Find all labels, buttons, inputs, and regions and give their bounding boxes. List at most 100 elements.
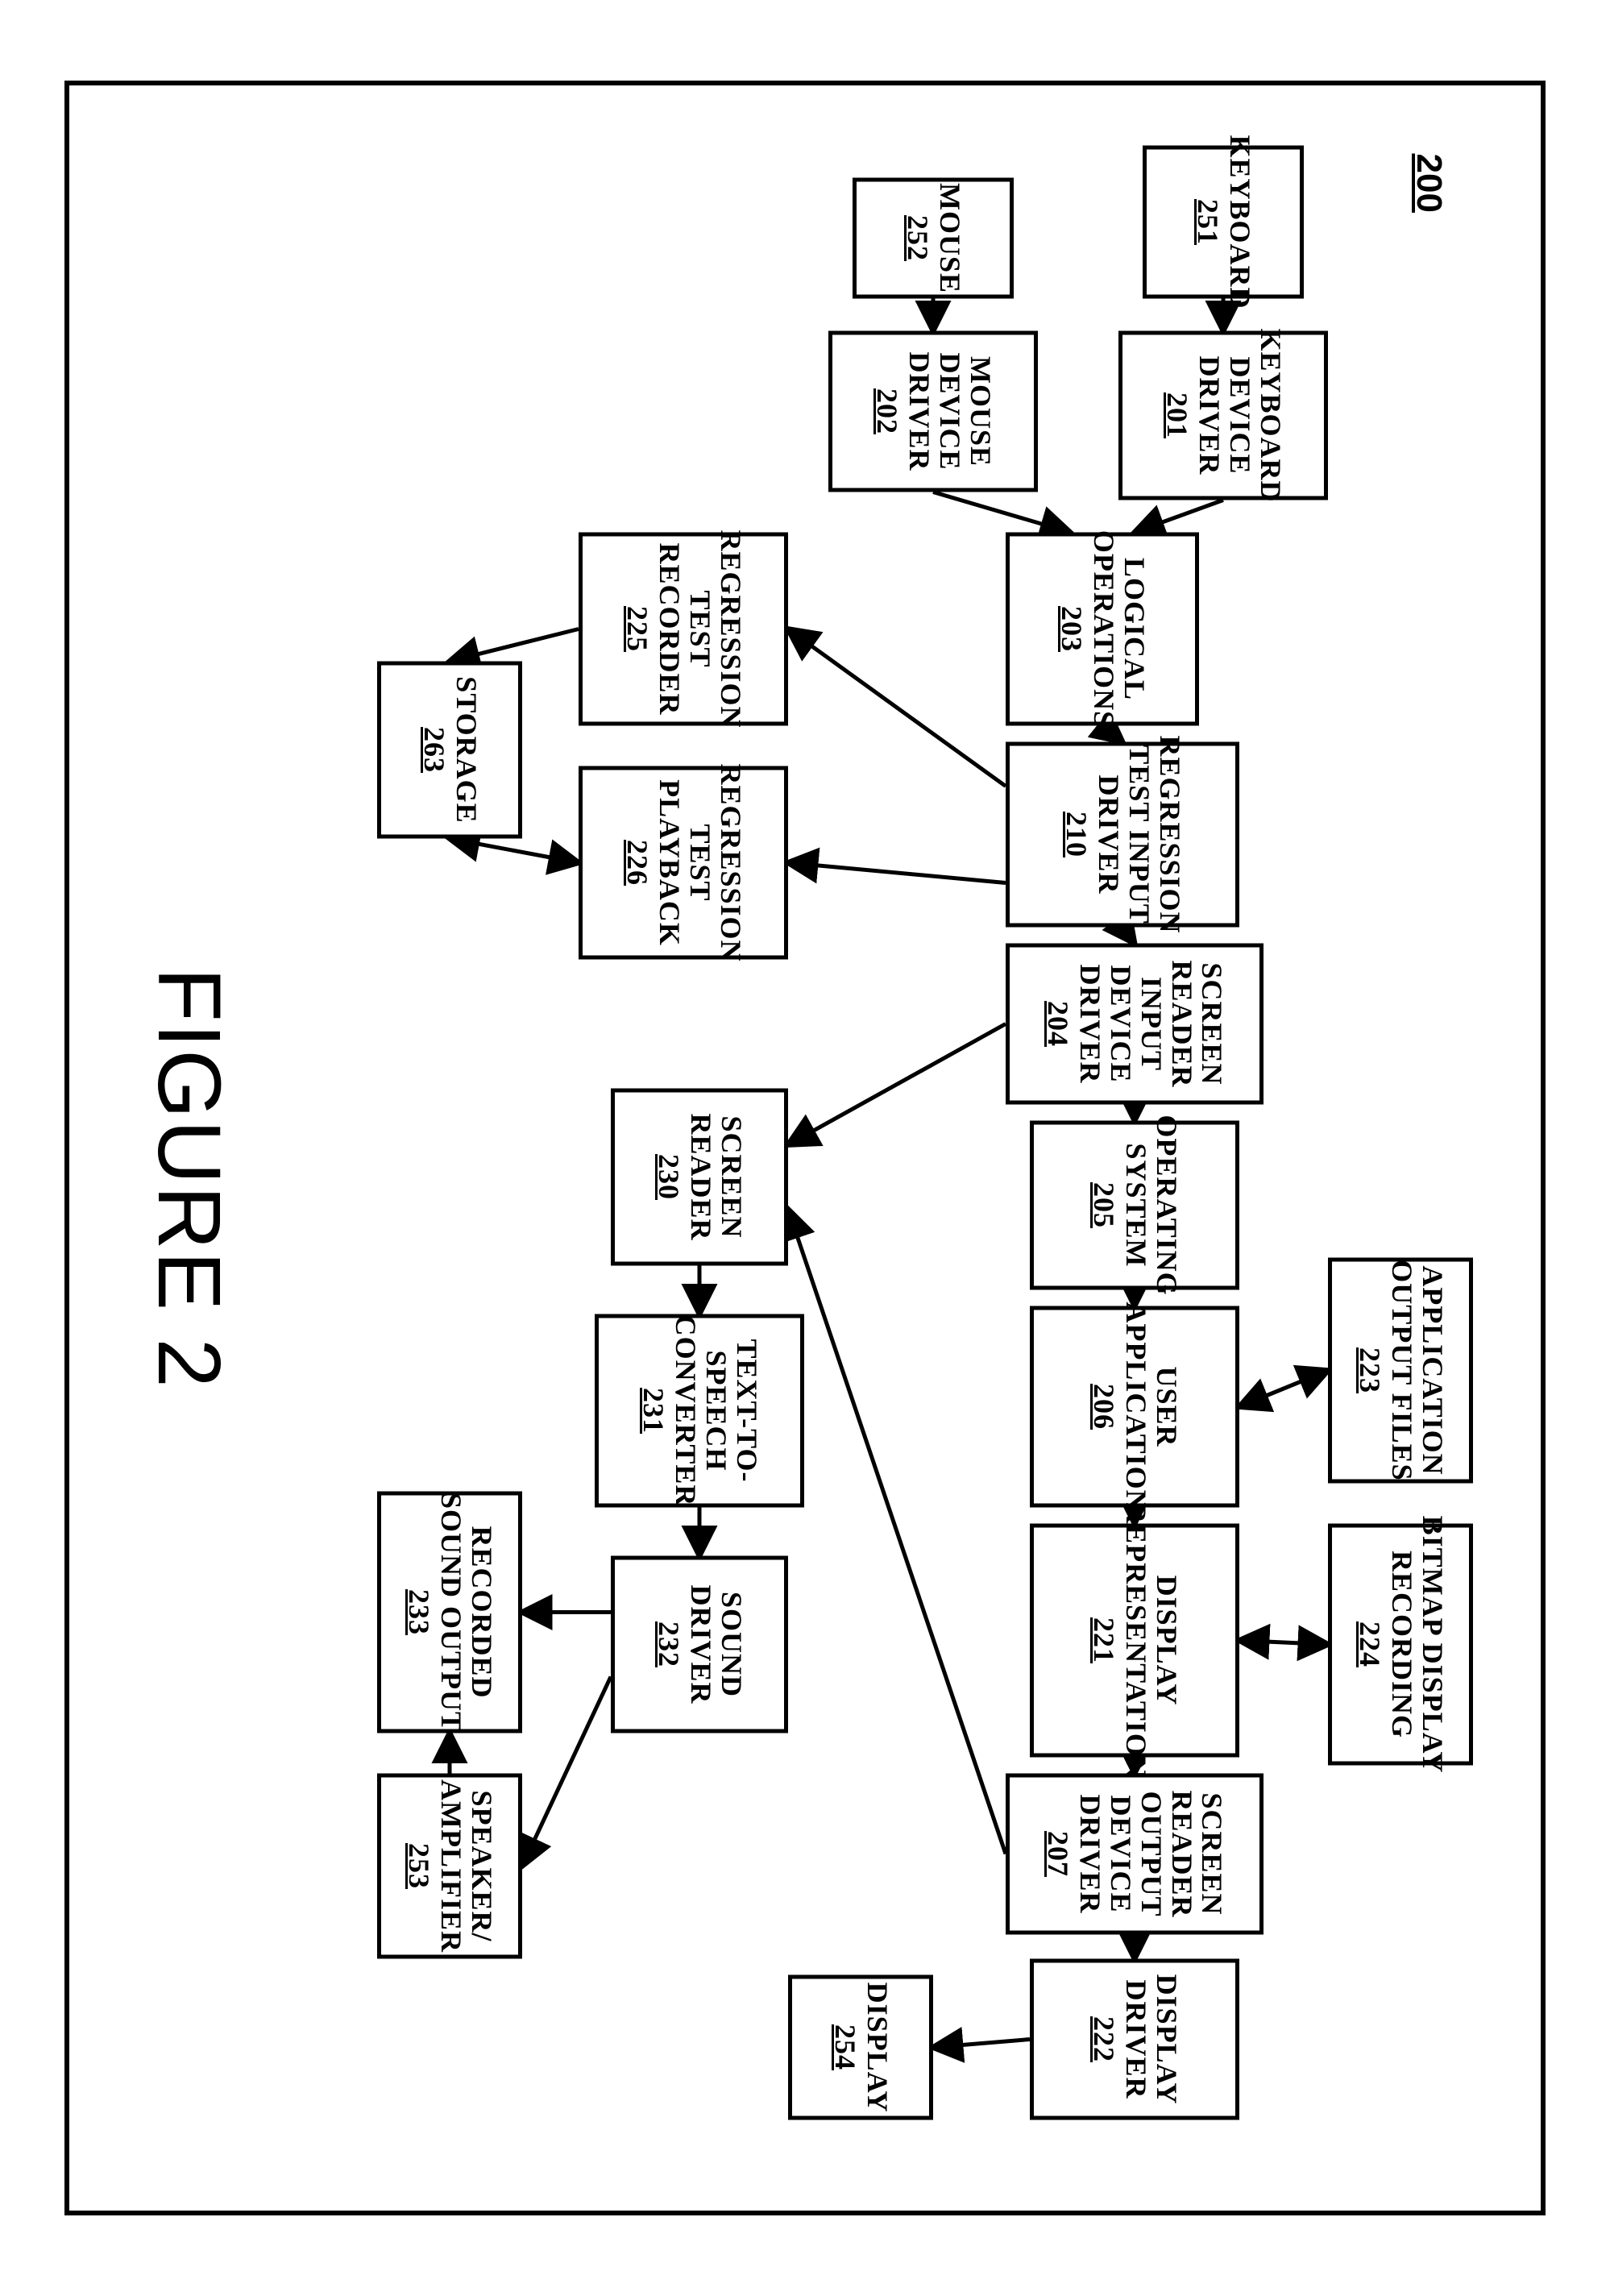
box-label-line: TEST bbox=[684, 824, 715, 901]
box-operating-system: OPERATINGSYSTEM205 bbox=[1030, 1120, 1239, 1289]
box-label-line: DRIVER bbox=[1074, 1794, 1105, 1913]
box-label-line: DISPLAY bbox=[1151, 1575, 1181, 1705]
box-ref-number: 252 bbox=[902, 215, 932, 261]
box-label-line: PLAYBACK bbox=[654, 779, 684, 946]
arrow bbox=[933, 492, 1070, 532]
arrow bbox=[1122, 927, 1135, 943]
box-mouse-device-driver: MOUSEDEVICEDRIVER202 bbox=[828, 330, 1038, 492]
box-display-driver: DISPLAYDRIVER222 bbox=[1030, 1958, 1239, 2120]
box-label-line: TEXT-TO- bbox=[731, 1339, 761, 1482]
arrow bbox=[788, 1023, 1006, 1144]
box-label-line: SOUND OUTPUT bbox=[435, 1492, 466, 1731]
box-ref-number: 233 bbox=[403, 1589, 434, 1635]
box-ref-number: 210 bbox=[1060, 812, 1091, 857]
box-label-line: INPUT bbox=[1135, 976, 1166, 1070]
box-ref-number: 225 bbox=[621, 606, 652, 652]
box-label-line: READER bbox=[685, 1113, 716, 1240]
box-ref-number: 231 bbox=[637, 1388, 668, 1434]
box-ref-number: 204 bbox=[1043, 1001, 1073, 1047]
box-regression-test-recorder: REGRESSIONTESTRECORDER225 bbox=[579, 532, 788, 725]
box-label-line: OPERATIONS bbox=[1088, 529, 1118, 727]
box-label-line: MOUSE bbox=[934, 183, 965, 293]
box-recorded-sound-output: RECORDEDSOUND OUTPUT233 bbox=[377, 1491, 522, 1733]
box-label-line: TEST INPUT bbox=[1123, 745, 1154, 924]
box-label-line: MOUSE bbox=[965, 355, 995, 466]
box-ref-number: 221 bbox=[1088, 1617, 1118, 1663]
box-label-line: APPLICATION bbox=[1417, 1265, 1447, 1475]
box-label-line: DISPLAY bbox=[1151, 1974, 1181, 2104]
box-ref-number: 223 bbox=[1354, 1347, 1384, 1393]
box-label-line: DRIVER bbox=[1193, 355, 1224, 475]
box-label-line: DEVICE bbox=[1105, 1795, 1135, 1912]
arrow bbox=[522, 1676, 611, 1866]
box-label-line: OPERATING bbox=[1151, 1115, 1181, 1295]
box-label-line: DRIVER bbox=[1074, 964, 1105, 1083]
box-label-line: DRIVER bbox=[903, 351, 934, 471]
arrow bbox=[1135, 500, 1223, 532]
box-keyboard-device-driver: KEYBOARDDEVICEDRIVER201 bbox=[1118, 330, 1328, 500]
box-screen-reader: SCREENREADER230 bbox=[611, 1088, 788, 1265]
box-label-line: STORAGE bbox=[450, 676, 481, 823]
arrow bbox=[1239, 1370, 1328, 1406]
arrow bbox=[788, 862, 1006, 882]
box-ref-number: 206 bbox=[1088, 1384, 1118, 1430]
box-label-line: REGRESSION bbox=[715, 529, 745, 728]
box-user-application: USERAPPLICATION206 bbox=[1030, 1306, 1239, 1507]
box-ref-number: 263 bbox=[418, 727, 449, 773]
box-label-line: DRIVER bbox=[685, 1584, 716, 1704]
box-label-line: SCREEN bbox=[1197, 962, 1227, 1085]
outer-frame: 200 KEYBOARD251 KEYBOARDDEVICEDRIVER201 … bbox=[64, 81, 1546, 2215]
box-mouse: MOUSE252 bbox=[853, 177, 1014, 298]
box-label-line: SPEECH bbox=[700, 1350, 731, 1471]
box-text-to-speech-converter: TEXT-TO-SPEECHCONVERTER231 bbox=[595, 1314, 804, 1507]
box-ref-number: 230 bbox=[653, 1154, 683, 1200]
box-ref-number: 222 bbox=[1088, 2016, 1118, 2062]
box-display-representation: DISPLAYREPRESENTATION221 bbox=[1030, 1523, 1239, 1757]
box-application-output-files: APPLICATIONOUTPUT FILES223 bbox=[1328, 1257, 1473, 1483]
box-label-line: CONVERTER bbox=[670, 1314, 700, 1506]
box-label-line: OUTPUT FILES bbox=[1386, 1260, 1417, 1480]
box-label-line: SPEAKER/ bbox=[466, 1790, 496, 1941]
box-label-line: READER bbox=[1166, 1790, 1197, 1917]
box-screen-reader-input-device-driver: SCREENREADERINPUTDEVICEDRIVER204 bbox=[1006, 943, 1264, 1104]
box-label-line: DEVICE bbox=[1224, 356, 1255, 474]
arrow bbox=[450, 838, 579, 862]
box-label-line: OUTPUT bbox=[1135, 1791, 1166, 1916]
box-ref-number: 203 bbox=[1056, 606, 1086, 652]
box-label-line: SYSTEM bbox=[1120, 1143, 1151, 1267]
arrow bbox=[933, 2039, 1030, 2047]
box-label-line: RECORDING bbox=[1386, 1550, 1417, 1738]
box-label-line: LOGICAL bbox=[1118, 557, 1149, 700]
box-storage: STORAGE263 bbox=[377, 661, 522, 838]
box-label-line: USER bbox=[1151, 1366, 1181, 1447]
box-label-line: SCREEN bbox=[716, 1115, 746, 1238]
box-logical-operations: LOGICALOPERATIONS203 bbox=[1006, 532, 1199, 725]
box-label-line: RECORDED bbox=[466, 1526, 496, 1698]
page: 200 KEYBOARD251 KEYBOARDDEVICEDRIVER201 … bbox=[0, 0, 1610, 2296]
box-ref-number: 253 bbox=[403, 1843, 434, 1889]
box-ref-number: 232 bbox=[653, 1621, 683, 1667]
box-label-line: REPRESENTATION bbox=[1120, 1502, 1151, 1779]
diagram-canvas: 200 KEYBOARD251 KEYBOARDDEVICEDRIVER201 … bbox=[64, 81, 1546, 2215]
box-label-line: REGRESSION bbox=[1154, 735, 1185, 933]
box-keyboard: KEYBOARD251 bbox=[1143, 145, 1304, 298]
box-label-line: APPLICATION bbox=[1120, 1302, 1151, 1511]
box-label-line: DISPLAY bbox=[861, 1982, 892, 2112]
box-display: DISPLAY254 bbox=[788, 1974, 933, 2120]
box-speaker-amplifier: SPEAKER/AMPLIFIER253 bbox=[377, 1773, 522, 1958]
box-ref-number: 251 bbox=[1192, 199, 1222, 245]
arrow bbox=[788, 1209, 1006, 1854]
box-label-line: BITMAP DISPLAY bbox=[1417, 1515, 1447, 1773]
box-label-line: DRIVER bbox=[1120, 1979, 1151, 2099]
box-sound-driver: SOUNDDRIVER232 bbox=[611, 1555, 788, 1733]
box-screen-reader-output-device-driver: SCREENREADEROUTPUTDEVICEDRIVER207 bbox=[1006, 1773, 1264, 1934]
box-label-line: DEVICE bbox=[1105, 965, 1135, 1082]
box-ref-number: 226 bbox=[621, 840, 652, 886]
box-label-line: DRIVER bbox=[1093, 774, 1123, 894]
box-ref-number: 205 bbox=[1088, 1182, 1118, 1228]
box-label-line: SOUND bbox=[716, 1591, 746, 1696]
box-label-line: REGRESSION bbox=[715, 763, 745, 961]
box-label-line: SCREEN bbox=[1197, 1792, 1227, 1915]
box-regression-test-input-driver: REGRESSIONTEST INPUTDRIVER210 bbox=[1006, 741, 1239, 927]
box-ref-number: 224 bbox=[1354, 1621, 1384, 1667]
